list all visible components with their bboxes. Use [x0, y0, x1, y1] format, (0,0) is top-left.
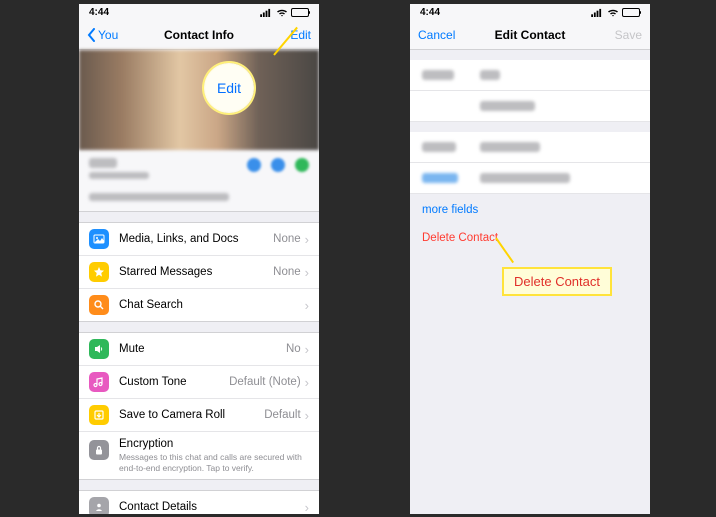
field-name[interactable]	[410, 60, 650, 91]
row-media[interactable]: Media, Links, and Docs None ›	[79, 223, 319, 256]
cancel-label: Cancel	[418, 28, 455, 42]
save-icon	[89, 405, 109, 425]
chevron-right-icon: ›	[305, 265, 309, 280]
chevron-right-icon: ›	[305, 408, 309, 423]
row-encryption[interactable]: Encryption Messages to this chat and cal…	[79, 432, 319, 479]
row-label: Chat Search	[119, 299, 305, 311]
row-contact-details[interactable]: Contact Details ›	[79, 491, 319, 514]
status-time: 4:44	[420, 7, 440, 18]
music-note-icon	[89, 372, 109, 392]
action-icons	[247, 158, 309, 172]
photos-icon	[89, 229, 109, 249]
nav-bar: Cancel Edit Contact Save	[410, 20, 650, 50]
message-icon[interactable]	[247, 158, 261, 172]
lock-icon	[89, 440, 109, 460]
chevron-right-icon: ›	[305, 500, 309, 514]
status-icons	[260, 8, 309, 17]
row-value: None	[273, 266, 301, 278]
row-label: Save to Camera Roll	[119, 409, 264, 421]
group-media: Media, Links, and Docs None › Starred Me…	[79, 222, 319, 322]
contact-card-icon	[89, 497, 109, 514]
back-label: You	[98, 28, 118, 42]
status-bar: 4:44	[410, 4, 650, 20]
row-custom-tone[interactable]: Custom Tone Default (Note) ›	[79, 366, 319, 399]
row-label: Starred Messages	[119, 266, 273, 278]
search-icon	[89, 295, 109, 315]
row-camera-roll[interactable]: Save to Camera Roll Default ›	[79, 399, 319, 432]
field-phone-label[interactable]	[410, 132, 650, 163]
row-label: Mute	[119, 343, 286, 355]
chevron-right-icon: ›	[305, 298, 309, 313]
chevron-right-icon: ›	[305, 375, 309, 390]
phone-right: 4:44 Cancel Edit Contact Save more field…	[410, 4, 650, 514]
status-bar: 4:44	[79, 4, 319, 20]
row-value: Default	[264, 409, 300, 421]
battery-icon	[291, 8, 309, 17]
chevron-left-icon	[87, 28, 96, 42]
contact-name-block	[89, 158, 149, 179]
row-value: No	[286, 343, 301, 355]
contact-photo	[79, 50, 319, 150]
status-time: 4:44	[89, 7, 109, 18]
cell-signal-icon	[591, 8, 604, 17]
row-mute[interactable]: Mute No ›	[79, 333, 319, 366]
group-settings: Mute No › Custom Tone Default (Note) › S…	[79, 332, 319, 480]
call-icon[interactable]	[295, 158, 309, 172]
battery-icon	[622, 8, 640, 17]
status-text-row	[79, 187, 319, 212]
row-label: Custom Tone	[119, 376, 229, 388]
star-icon	[89, 262, 109, 282]
row-label: Contact Details	[119, 501, 305, 513]
callout-edit: Edit	[204, 63, 254, 113]
row-starred[interactable]: Starred Messages None ›	[79, 256, 319, 289]
video-icon[interactable]	[271, 158, 285, 172]
cancel-button[interactable]: Cancel	[418, 28, 455, 42]
chevron-right-icon: ›	[305, 342, 309, 357]
field-phone-value[interactable]	[410, 163, 650, 194]
wifi-icon	[276, 8, 288, 17]
chevron-right-icon: ›	[305, 232, 309, 247]
contact-header	[79, 150, 319, 187]
back-button[interactable]: You	[87, 28, 118, 42]
status-icons	[591, 8, 640, 17]
callout-delete: Delete Contact	[502, 267, 612, 296]
field-company[interactable]	[410, 91, 650, 122]
group-details: Contact Details ›	[79, 490, 319, 514]
more-fields-link[interactable]: more fields	[410, 194, 650, 226]
row-chat-search[interactable]: Chat Search ›	[79, 289, 319, 321]
cell-signal-icon	[260, 8, 273, 17]
speaker-icon	[89, 339, 109, 359]
save-button[interactable]: Save	[615, 28, 642, 42]
row-value: None	[273, 233, 301, 245]
wifi-icon	[607, 8, 619, 17]
delete-contact-link[interactable]: Delete Contact	[410, 226, 650, 250]
row-subtext: Messages to this chat and calls are secu…	[119, 452, 309, 473]
row-label: Encryption	[119, 438, 309, 450]
phone-left: 4:44 You Contact Info Edit Med	[79, 4, 319, 514]
row-value: Default (Note)	[229, 376, 301, 388]
row-label: Media, Links, and Docs	[119, 233, 273, 245]
